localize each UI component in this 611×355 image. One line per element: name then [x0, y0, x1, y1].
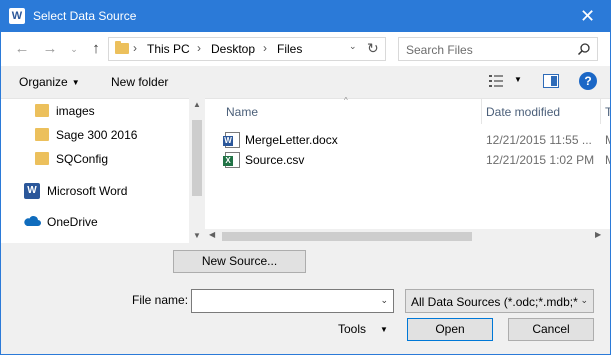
sidebar-item-label: Microsoft Word — [47, 184, 128, 198]
column-header-row: ^ Name Date modified T — [205, 96, 610, 124]
scroll-left-icon[interactable]: ◀ — [209, 230, 215, 239]
navigation-pane: images Sage 300 2016 SQConfig W Microsof… — [1, 98, 189, 243]
file-date-modified: 12/21/2015 1:02 PM — [486, 153, 595, 167]
breadcrumb-separator[interactable]: › — [263, 41, 267, 55]
file-type: M — [605, 153, 610, 167]
file-list: ^ Name Date modified T W MergeLetter.doc… — [205, 96, 610, 243]
file-type: M — [605, 133, 610, 147]
breadcrumb-this-pc[interactable]: This PC — [147, 42, 190, 56]
file-name-label: File name: — [132, 293, 189, 307]
sidebar-item-label: SQConfig — [56, 152, 109, 166]
address-dropdown-chevron-icon[interactable]: ⌄ — [349, 41, 357, 52]
folder-icon — [115, 41, 129, 54]
tools-menu[interactable]: Tools ▼ — [338, 322, 388, 336]
file-list-horizontal-scrollbar[interactable]: ◀ ▶ — [205, 229, 610, 243]
file-name-input[interactable]: ⌄ — [191, 289, 394, 313]
close-button[interactable]: ✕ — [565, 1, 610, 32]
sidebar-item-images[interactable]: images — [1, 100, 175, 122]
command-toolbar: Organize ▼ New folder ▼ ? — [1, 66, 610, 98]
folder-icon — [35, 128, 49, 141]
back-button[interactable]: ← — [13, 40, 31, 58]
caret-down-icon: ▼ — [380, 325, 388, 334]
new-folder-button[interactable]: New folder — [111, 75, 168, 89]
sidebar-item-sage-300-2016[interactable]: Sage 300 2016 — [1, 124, 175, 146]
search-placeholder: Search Files — [406, 43, 473, 57]
file-type-letter: W — [223, 136, 233, 146]
breadcrumb-desktop[interactable]: Desktop — [211, 42, 255, 56]
search-box[interactable]: Search Files — [398, 37, 598, 61]
file-date-modified: 12/21/2015 11:55 ... — [486, 133, 592, 147]
word-icon: W — [24, 183, 40, 199]
breadcrumb-separator[interactable]: › — [133, 41, 137, 55]
title-bar[interactable]: W Select Data Source ✕ — [1, 1, 610, 32]
column-divider[interactable] — [600, 99, 601, 124]
change-view-icon[interactable] — [488, 74, 504, 88]
file-type-filter-value: All Data Sources (*.odc;*.mdb;* — [411, 295, 578, 309]
file-type-filter-select[interactable]: All Data Sources (*.odc;*.mdb;* ⌄ — [405, 289, 594, 313]
search-icon[interactable] — [577, 42, 591, 56]
caret-down-icon: ▼ — [71, 78, 80, 87]
sort-ascending-icon: ^ — [344, 96, 348, 105]
scroll-down-icon[interactable]: ▼ — [193, 231, 201, 240]
scroll-right-icon[interactable]: ▶ — [595, 230, 601, 239]
column-header-type[interactable]: T — [605, 105, 610, 119]
recent-locations-chevron-icon[interactable]: ⌄ — [65, 40, 83, 58]
column-divider[interactable] — [481, 99, 482, 124]
help-icon[interactable]: ? — [579, 72, 597, 90]
file-row[interactable]: W MergeLetter.docx 12/21/2015 11:55 ... … — [205, 130, 610, 150]
folder-icon — [35, 152, 49, 165]
word-doc-icon: W — [223, 132, 240, 148]
breadcrumb-files[interactable]: Files — [277, 42, 302, 56]
sidebar-item-label: Sage 300 2016 — [56, 128, 138, 142]
onedrive-icon — [24, 216, 41, 226]
scrollbar-thumb[interactable] — [192, 120, 202, 196]
scrollbar-thumb[interactable] — [222, 232, 472, 241]
folder-icon — [35, 104, 49, 117]
file-type-letter: X — [223, 156, 233, 166]
forward-button[interactable]: → — [41, 40, 59, 58]
address-bar[interactable]: › This PC › Desktop › Files ⌄ ↻ — [108, 37, 386, 61]
breadcrumb-separator[interactable]: › — [197, 41, 201, 55]
refresh-icon[interactable]: ↻ — [367, 40, 379, 57]
organize-menu[interactable]: Organize ▼ — [19, 75, 80, 89]
sidebar-item-microsoft-word[interactable]: W Microsoft Word — [1, 180, 175, 202]
open-button[interactable]: Open — [407, 318, 493, 341]
column-header-name[interactable]: Name — [226, 105, 258, 119]
organize-label: Organize — [19, 75, 68, 89]
navigation-bar: ← → ⌄ ↑ › This PC › Desktop › Files ⌄ ↻ … — [1, 32, 610, 66]
select-data-source-dialog: W Select Data Source ✕ ← → ⌄ ↑ › This PC… — [0, 0, 611, 355]
file-name: MergeLetter.docx — [245, 133, 338, 147]
navigation-pane-scrollbar[interactable]: ▲ ▼ — [189, 98, 205, 243]
sidebar-item-label: images — [56, 104, 95, 118]
word-app-icon: W — [9, 8, 25, 24]
file-name: Source.csv — [245, 153, 305, 167]
chevron-down-icon: ⌄ — [580, 295, 588, 305]
preview-pane-icon[interactable] — [543, 74, 559, 88]
window-title: Select Data Source — [33, 9, 137, 23]
chevron-down-icon[interactable]: ⌄ — [380, 295, 388, 306]
view-options-caret-icon[interactable]: ▼ — [514, 75, 522, 84]
up-arrow-button[interactable]: ↑ — [87, 40, 105, 58]
scroll-up-icon[interactable]: ▲ — [193, 100, 201, 109]
excel-csv-icon: X — [223, 152, 240, 168]
file-row[interactable]: X Source.csv 12/21/2015 1:02 PM M — [205, 150, 610, 170]
sidebar-item-sqconfig[interactable]: SQConfig — [1, 148, 175, 170]
sidebar-item-onedrive[interactable]: OneDrive — [1, 211, 175, 233]
new-source-button[interactable]: New Source... — [173, 250, 306, 273]
tools-label: Tools — [338, 322, 367, 336]
sidebar-item-label: OneDrive — [47, 215, 98, 229]
cancel-button[interactable]: Cancel — [508, 318, 594, 341]
column-header-date-modified[interactable]: Date modified — [486, 105, 560, 119]
